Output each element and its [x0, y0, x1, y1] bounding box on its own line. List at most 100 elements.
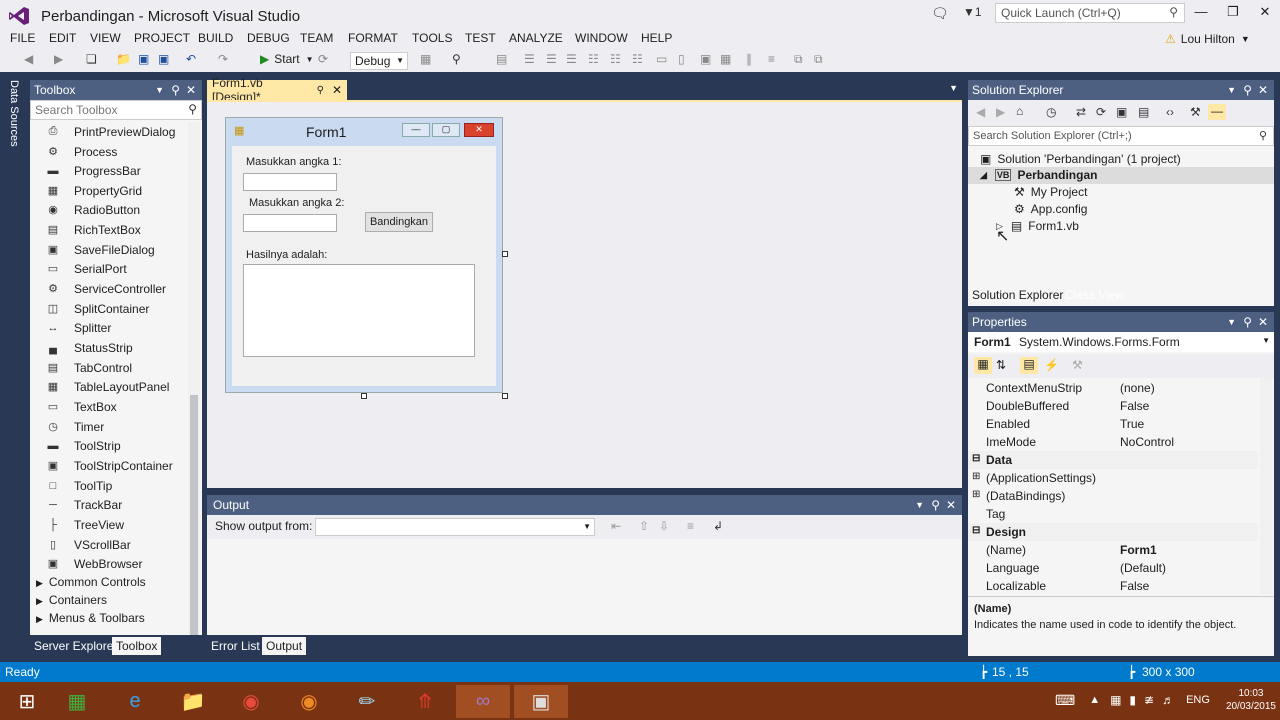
- volume-icon[interactable]: ♬: [1162, 693, 1174, 707]
- collapse-all-icon[interactable]: ▣: [1116, 105, 1127, 119]
- tree-solution-node[interactable]: ▣ Solution 'Perbandingan' (1 project): [980, 152, 1181, 166]
- toolbox-item[interactable]: ▤ TabControl: [46, 358, 132, 377]
- property-category-data[interactable]: ⊟ Data: [968, 451, 1258, 469]
- home-icon[interactable]: ⌂: [1016, 104, 1023, 118]
- menu-project[interactable]: PROJECT: [134, 31, 190, 45]
- visual-studio-taskbar-icon[interactable]: ∞: [456, 685, 510, 718]
- property-value[interactable]: False: [1120, 399, 1149, 413]
- pin-icon[interactable]: ⚲: [171, 83, 180, 97]
- forward-icon[interactable]: ▶: [996, 105, 1005, 119]
- chrome-icon[interactable]: ◉: [224, 685, 278, 718]
- toolbox-item[interactable]: ⚙ ServiceController: [46, 279, 166, 298]
- property-row[interactable]: Tag: [968, 505, 1258, 523]
- battery-icon[interactable]: ▮: [1129, 693, 1136, 707]
- preview-selected-icon[interactable]: —: [1208, 104, 1226, 120]
- toolbox-item[interactable]: ▬ ProgressBar: [46, 161, 141, 180]
- resize-handle-bottom[interactable]: [361, 393, 367, 399]
- property-row[interactable]: ⊞ (DataBindings): [968, 487, 1258, 505]
- collapse-icon[interactable]: ⊟: [972, 525, 980, 536]
- view-code-icon[interactable]: ‹›: [1166, 105, 1174, 119]
- layout-grid-icon[interactable]: ▦: [420, 52, 431, 66]
- menu-analyze[interactable]: ANALYZE: [509, 31, 563, 45]
- toolbox-item[interactable]: ▣ WebBrowser: [46, 554, 143, 573]
- clear-all-icon[interactable]: ≡: [687, 519, 694, 533]
- property-pages-icon[interactable]: ⚒: [1072, 358, 1083, 372]
- align-rights-icon[interactable]: ☰: [566, 52, 577, 66]
- pin-icon[interactable]: ⚲: [1243, 315, 1252, 329]
- tree-node-my-project[interactable]: ⚒ My Project: [1014, 185, 1087, 199]
- toolbox-item[interactable]: ─ TrackBar: [46, 495, 122, 514]
- property-row[interactable]: Enabled True: [968, 415, 1258, 433]
- vertical-spacing-icon[interactable]: ≡: [768, 52, 775, 66]
- toolbox-item[interactable]: ▦ TableLayoutPanel: [46, 377, 170, 396]
- property-value[interactable]: Form1: [1120, 543, 1157, 557]
- close-icon[interactable]: ✕: [1258, 315, 1268, 329]
- tab-solution-explorer[interactable]: Solution Explorer: [968, 286, 1068, 304]
- notepad-icon[interactable]: ✏: [340, 685, 394, 718]
- align-centers-icon[interactable]: ☰: [546, 52, 557, 66]
- bandingkan-button[interactable]: Bandingkan: [365, 212, 433, 232]
- new-project-icon[interactable]: ❏: [86, 52, 97, 66]
- next-message-icon[interactable]: ⇩: [659, 519, 669, 533]
- label-hasil[interactable]: Hasilnya adalah:: [246, 249, 327, 261]
- toolbox-item[interactable]: ▭ SerialPort: [46, 259, 127, 278]
- restore-button[interactable]: ❐: [1218, 4, 1248, 22]
- pin-icon[interactable]: ⚲: [931, 498, 940, 512]
- tab-class-view[interactable]: Class View: [1061, 286, 1128, 304]
- start-windows-icon[interactable]: ⊞: [0, 685, 54, 718]
- show-all-files-icon[interactable]: ▤: [1138, 105, 1149, 119]
- property-row[interactable]: Language (Default): [968, 559, 1258, 577]
- chevron-down-icon[interactable]: ▼: [949, 83, 958, 93]
- user-account[interactable]: ⚠ Lou Hilton ▼: [1165, 32, 1250, 46]
- toolbox-item[interactable]: ⎙ PrintPreviewDialog: [46, 122, 176, 141]
- feedback-flag-icon[interactable]: ▼1: [963, 5, 982, 19]
- minimize-button[interactable]: —: [1186, 4, 1216, 22]
- refresh-icon[interactable]: ⟳: [1096, 105, 1106, 119]
- toolbox-group[interactable]: ▶ Menus & Toolbars: [36, 611, 145, 629]
- toolbox-scroll-thumb[interactable]: [190, 395, 198, 635]
- toggle-word-wrap-icon[interactable]: ↲: [713, 519, 723, 533]
- internet-explorer-icon[interactable]: e: [108, 685, 162, 718]
- solution-search-input[interactable]: Search Solution Explorer (Ctrl+;) ⚲: [968, 126, 1274, 146]
- chevron-down-icon[interactable]: ▼: [1227, 85, 1236, 95]
- textbox-angka-2[interactable]: [243, 214, 337, 232]
- open-file-icon[interactable]: 📁: [116, 52, 131, 66]
- toolbox-item[interactable]: ▯ VScrollBar: [46, 535, 131, 554]
- tab-output[interactable]: Output: [262, 637, 307, 655]
- navigate-back-icon[interactable]: ◀: [24, 52, 33, 66]
- menu-tools[interactable]: TOOLS: [412, 31, 452, 45]
- menu-help[interactable]: HELP: [641, 31, 672, 45]
- properties-scrollbar[interactable]: [1260, 378, 1272, 594]
- firefox-icon[interactable]: ◉: [282, 685, 336, 718]
- toolbox-item[interactable]: ▣ ToolStripContainer: [46, 456, 173, 475]
- redo-icon[interactable]: ↷: [218, 52, 228, 66]
- pin-icon[interactable]: ⚲: [317, 85, 324, 96]
- close-icon[interactable]: ✕: [1258, 83, 1268, 97]
- alphabetical-icon[interactable]: ⇅: [996, 358, 1006, 372]
- property-row[interactable]: ⊞ (ApplicationSettings): [968, 469, 1258, 487]
- expanded-triangle-icon[interactable]: ◢: [980, 170, 987, 181]
- toolbox-group[interactable]: ▶ Containers: [36, 593, 107, 611]
- tree-project-node[interactable]: ◢ VB Perbandingan: [980, 168, 1097, 182]
- find-message-icon[interactable]: ⇤: [611, 519, 621, 533]
- toolbox-item[interactable]: ├ TreeView: [46, 515, 124, 534]
- object-selector[interactable]: Form1 System.Windows.Forms.Form ▼: [968, 332, 1274, 352]
- size-to-grid-icon[interactable]: ▦: [720, 52, 731, 66]
- align-bottoms-icon[interactable]: ☷: [632, 52, 643, 66]
- data-sources-tab[interactable]: Data Sources: [8, 80, 20, 147]
- property-value[interactable]: True: [1120, 417, 1144, 431]
- events-lightning-icon[interactable]: ⚡: [1044, 358, 1059, 372]
- menu-test[interactable]: TEST: [465, 31, 496, 45]
- resize-handle-corner[interactable]: [502, 393, 508, 399]
- tab-error-list[interactable]: Error List: [207, 637, 264, 655]
- property-row[interactable]: Localizable False: [968, 577, 1258, 595]
- menu-window[interactable]: WINDOW: [575, 31, 628, 45]
- property-row[interactable]: (Name) Form1: [968, 541, 1258, 559]
- chevron-down-icon[interactable]: ▼: [915, 500, 924, 510]
- make-same-size-icon[interactable]: ▣: [700, 52, 711, 66]
- send-to-back-icon[interactable]: ⧉: [814, 52, 823, 67]
- app-window-icon[interactable]: ▣: [514, 685, 568, 718]
- property-value[interactable]: (none): [1120, 381, 1155, 395]
- make-same-height-icon[interactable]: ▯: [678, 52, 685, 66]
- property-row[interactable]: DoubleBuffered False: [968, 397, 1258, 415]
